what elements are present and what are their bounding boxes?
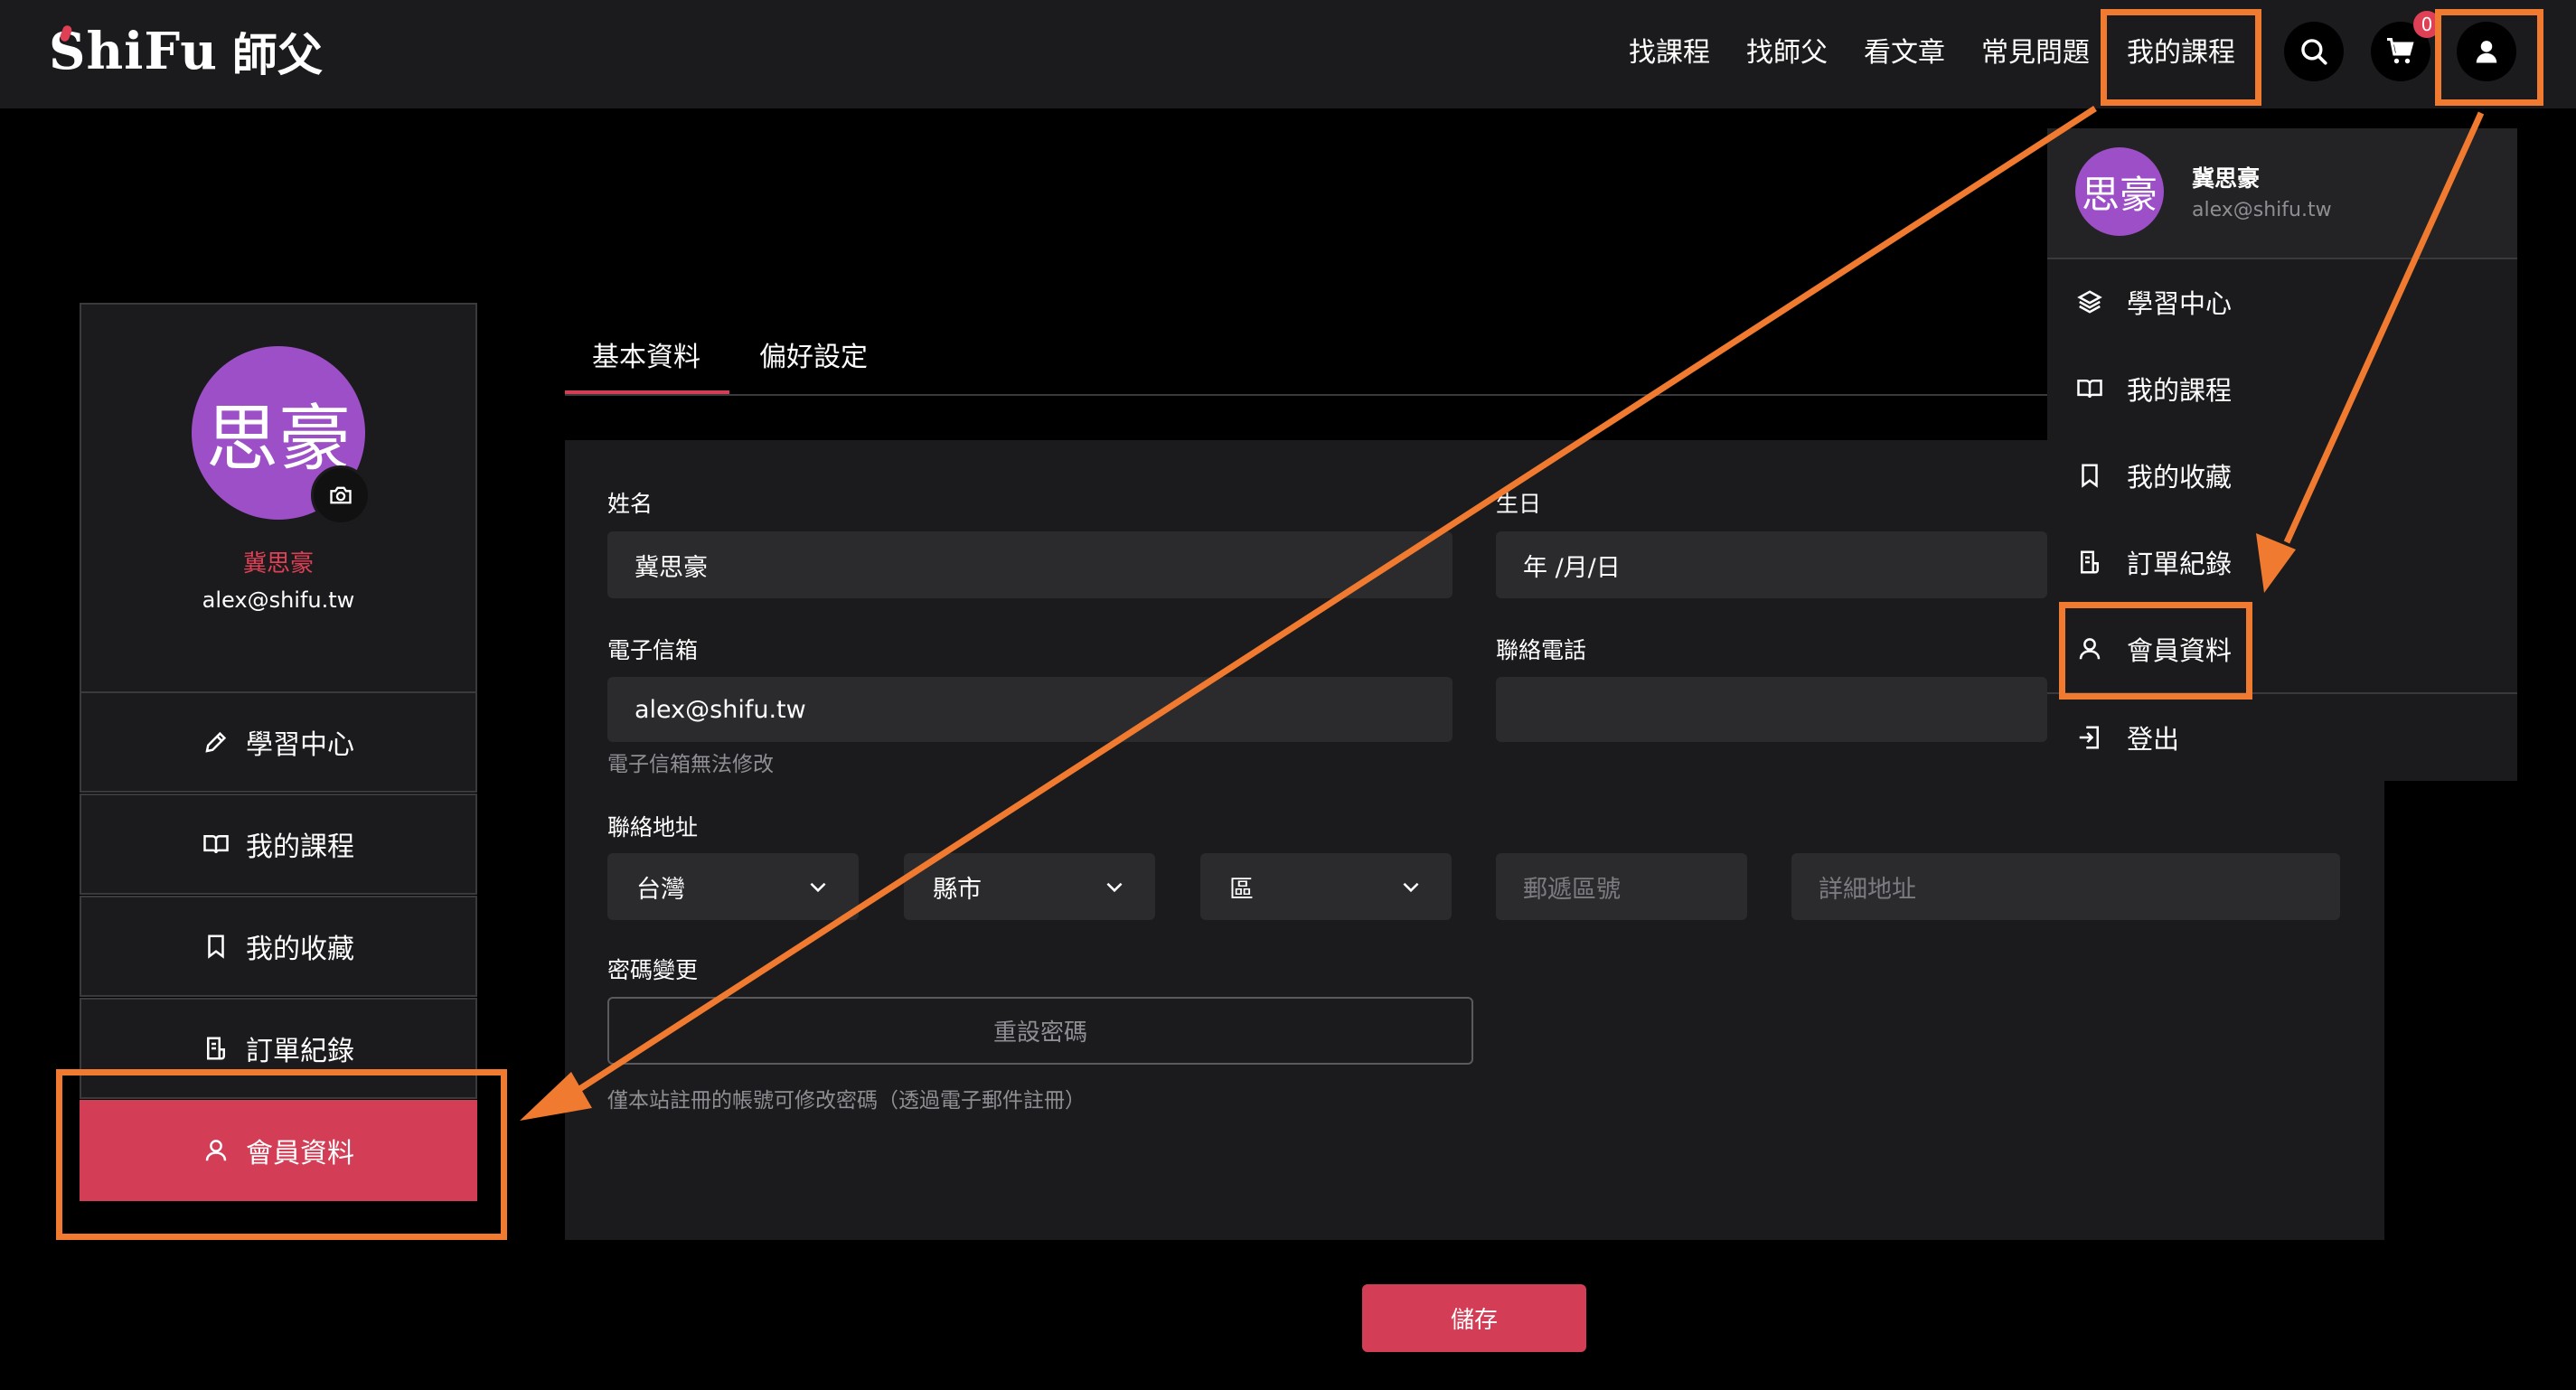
- sidebar-item-learning-center[interactable]: 學習中心: [80, 691, 477, 793]
- dropdown-item-my-courses[interactable]: 我的課程: [2047, 345, 2517, 432]
- sidebar-item-label: 我的收藏: [246, 934, 354, 965]
- sidebar-item-my-courses[interactable]: 我的課程: [80, 794, 477, 895]
- reset-password-button[interactable]: 重設密碼: [607, 997, 1473, 1065]
- password-label: 密碼變更: [607, 957, 699, 983]
- chevron-down-icon: [810, 882, 826, 893]
- address-label: 聯絡地址: [607, 814, 699, 841]
- name-label: 姓名: [607, 491, 653, 517]
- dropdown-user-email: alex@shifu.tw: [2192, 199, 2332, 221]
- dropdown-item-label: 學習中心: [2127, 288, 2233, 319]
- dropdown-item-favorites[interactable]: 我的收藏: [2047, 432, 2517, 519]
- bookmark-icon: [2082, 464, 2098, 488]
- country-select-value: 台灣: [636, 875, 685, 904]
- brand-name: ShiFu: [49, 22, 218, 81]
- city-select[interactable]: 縣市: [904, 853, 1155, 920]
- search-icon: [2301, 39, 2327, 65]
- annotation-box-sidebar-member: [56, 1069, 507, 1240]
- email-hint: 電子信箱無法修改: [607, 753, 774, 776]
- dropdown-avatar: 思豪: [2075, 147, 2164, 236]
- name-input[interactable]: 冀思豪: [607, 531, 1453, 598]
- receipt-icon: [207, 1037, 225, 1060]
- city-select-value: 縣市: [933, 875, 982, 904]
- country-select[interactable]: 台灣: [607, 853, 859, 920]
- address-detail-input[interactable]: 詳細地址: [1791, 853, 2340, 920]
- book-icon: [2077, 380, 2102, 399]
- nav-faq[interactable]: 常見問題: [1981, 31, 2090, 76]
- change-avatar-button[interactable]: [311, 465, 371, 525]
- layers-icon: [2077, 290, 2102, 314]
- site-logo[interactable]: ShiFu 師父: [49, 20, 323, 83]
- book-icon: [203, 835, 229, 854]
- cart-icon: [2387, 38, 2414, 64]
- sidebar-item-label: 訂單紀錄: [246, 1036, 354, 1067]
- bookmark-icon: [208, 934, 224, 959]
- password-hint: 僅本站註冊的帳號可修改密碼（透過電子郵件註冊）: [607, 1089, 1086, 1113]
- email-label: 電子信箱: [607, 637, 699, 663]
- brand-name-cn: 師父: [231, 28, 323, 81]
- dropdown-user-name: 冀思豪: [2192, 165, 2261, 192]
- logout-icon: [2079, 726, 2099, 749]
- phone-label: 聯絡電話: [1496, 637, 1587, 663]
- sidebar-item-label: 我的課程: [246, 831, 354, 863]
- receipt-icon: [2081, 550, 2099, 574]
- dropdown-item-label: 我的收藏: [2127, 462, 2233, 493]
- sidebar-item-favorites[interactable]: 我的收藏: [80, 896, 477, 997]
- phone-input[interactable]: [1496, 677, 2047, 742]
- dropdown-item-learning-center[interactable]: 學習中心: [2047, 258, 2517, 345]
- dropdown-item-label: 登出: [2127, 724, 2180, 755]
- search-button[interactable]: [2284, 22, 2344, 81]
- sidebar-item-label: 學習中心: [246, 729, 354, 761]
- profile-name: 冀思豪: [242, 550, 314, 578]
- tab-preferences[interactable]: 偏好設定: [759, 334, 868, 373]
- pencil-icon: [205, 731, 227, 753]
- dropdown-item-label: 訂單紀錄: [2127, 549, 2233, 579]
- email-input: alex@shifu.tw: [607, 677, 1453, 742]
- dropdown-item-logout[interactable]: 登出: [2047, 694, 2517, 781]
- save-button[interactable]: 儲存: [1362, 1284, 1586, 1352]
- chevron-down-icon: [1106, 882, 1123, 893]
- nav-find-master[interactable]: 找師父: [1746, 31, 1828, 76]
- annotation-box-nav-my-courses: [2101, 9, 2261, 106]
- tab-divider: [565, 394, 2047, 396]
- nav-articles[interactable]: 看文章: [1864, 31, 1945, 76]
- dropdown-item-label: 我的課程: [2127, 375, 2233, 406]
- district-select-value: 區: [1229, 875, 1254, 904]
- annotation-box-dropdown-member: [2059, 602, 2252, 700]
- active-tab-indicator: [565, 390, 729, 394]
- annotation-box-user-button: [2435, 9, 2543, 106]
- tab-basic-info[interactable]: 基本資料: [592, 334, 700, 373]
- district-select[interactable]: 區: [1200, 853, 1452, 920]
- birthday-input[interactable]: 年 /月/日: [1496, 531, 2047, 598]
- camera-icon: [330, 486, 352, 504]
- chevron-down-icon: [1403, 882, 1419, 893]
- nav-find-course[interactable]: 找課程: [1629, 31, 1710, 76]
- birthday-label: 生日: [1496, 491, 1542, 517]
- profile-email: alex@shifu.tw: [202, 587, 355, 613]
- zipcode-input[interactable]: 郵遞區號: [1496, 853, 1747, 920]
- dropdown-item-orders[interactable]: 訂單紀錄: [2047, 519, 2517, 606]
